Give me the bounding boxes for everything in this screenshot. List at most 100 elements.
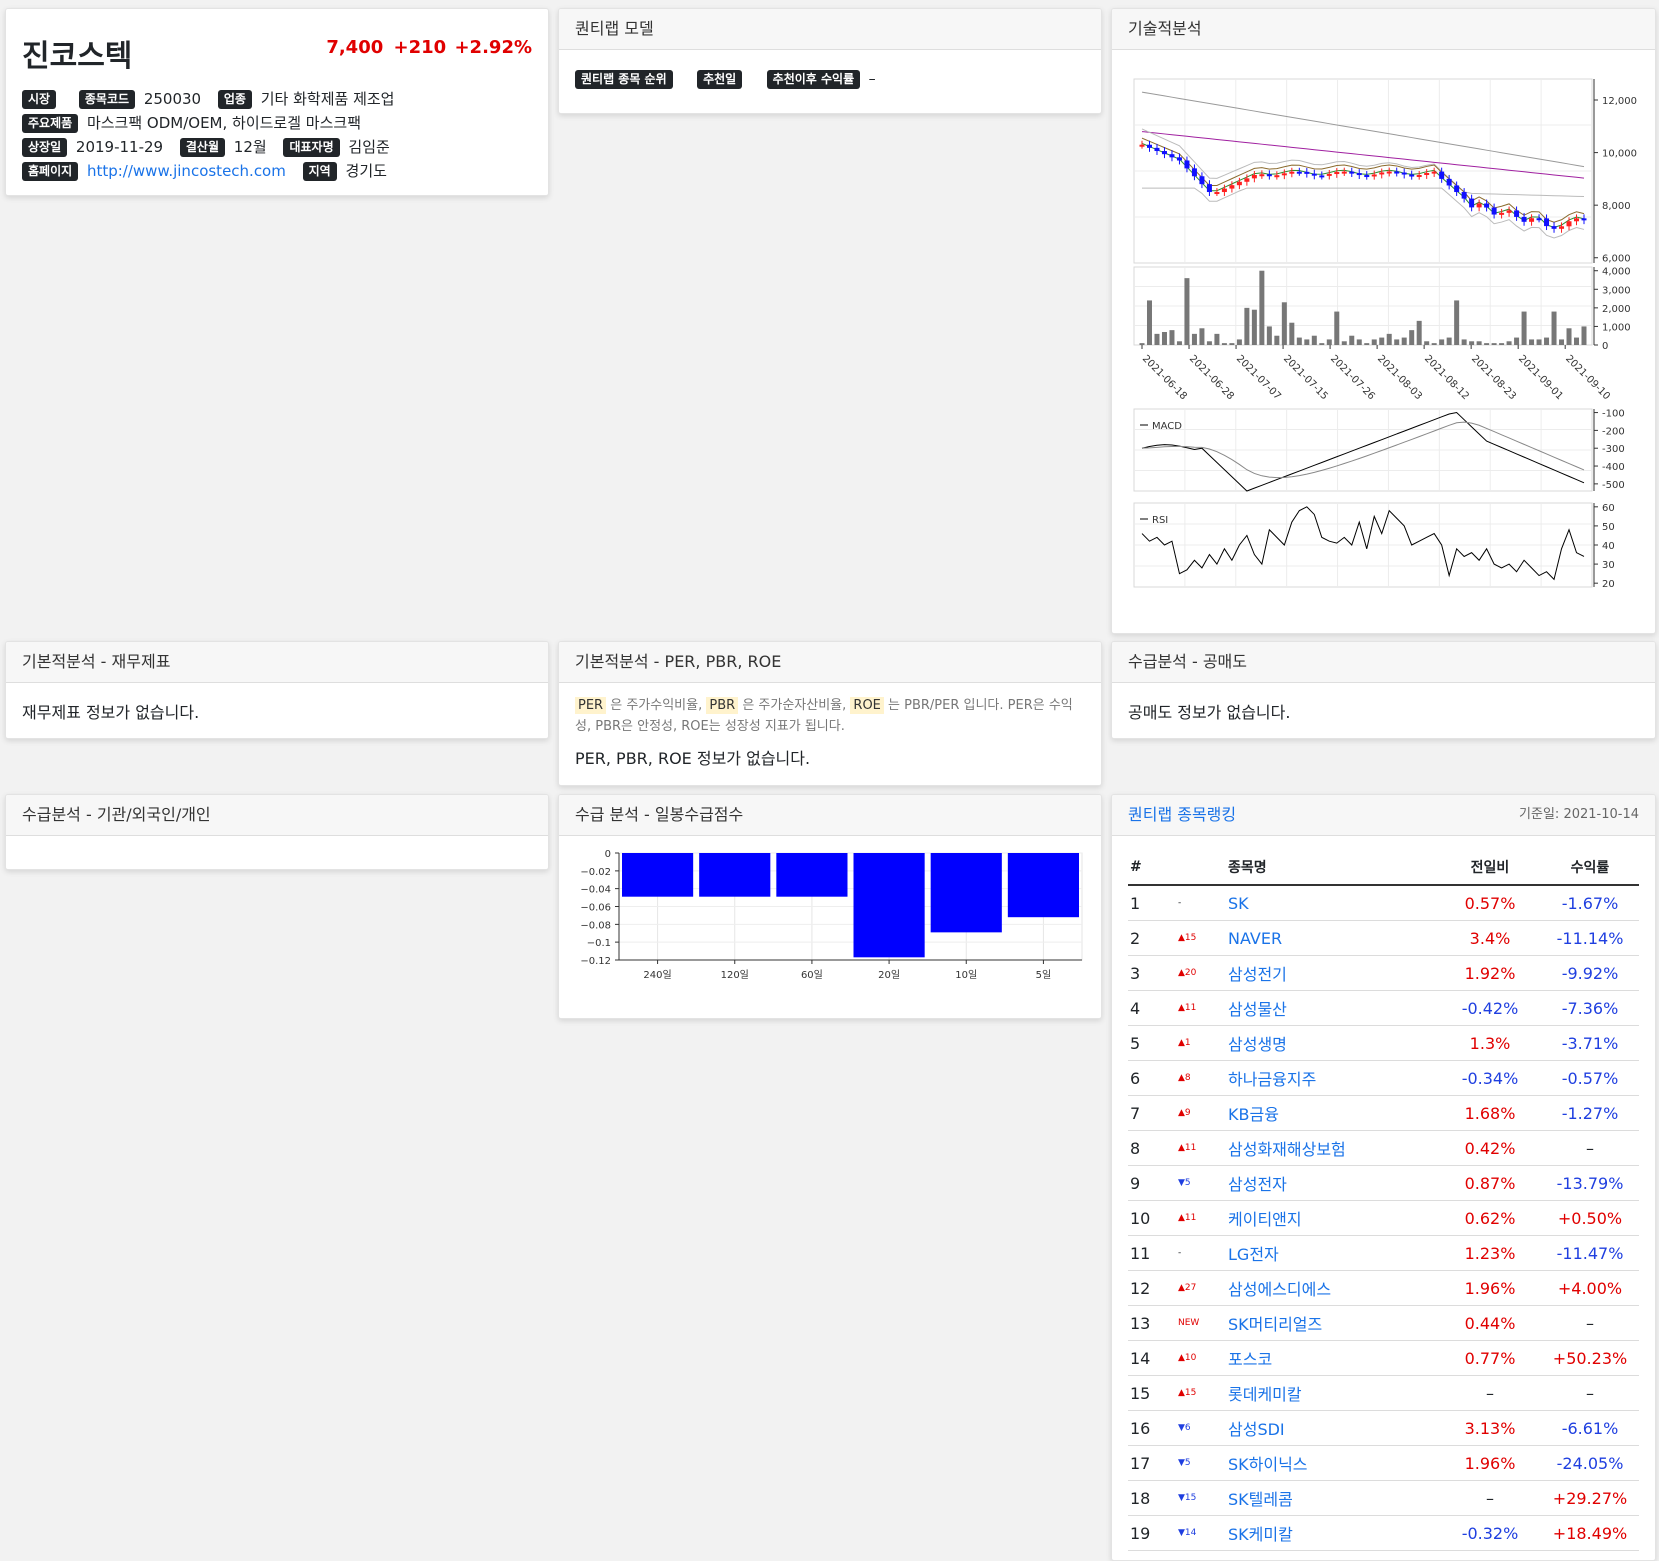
stock-link[interactable]: 삼성SDI (1228, 1420, 1285, 1439)
rank-change: ▼6 (1177, 1411, 1227, 1446)
stock-link[interactable]: 삼성화재해상보험 (1228, 1140, 1346, 1159)
candle-body (1424, 173, 1429, 175)
x-tick-label: 20일 (878, 969, 900, 981)
stock-link[interactable]: 삼성물산 (1228, 1000, 1287, 1019)
col-return: 수익률 (1541, 850, 1639, 885)
table-row[interactable]: 3▲20삼성전기1.92%-9.92% (1128, 956, 1639, 991)
candle-body (1574, 218, 1579, 221)
stock-link[interactable]: SK하이닉스 (1228, 1455, 1308, 1474)
table-row[interactable]: 17▼5SK하이닉스1.96%-24.05% (1128, 1446, 1639, 1481)
candle-body (1499, 213, 1504, 215)
rsi-axis-label: 60 (1602, 503, 1615, 514)
return-value: +18.49% (1541, 1516, 1639, 1551)
stock-link[interactable]: 삼성에스디에스 (1228, 1280, 1331, 1299)
rank-number: 1 (1128, 885, 1177, 921)
per-pbr-roe-card: 기본적분석 - PER, PBR, ROE PER 은 주가수익비율, PBR … (558, 641, 1102, 786)
investor-card: 수급분석 - 기관/외국인/개인 (5, 794, 549, 870)
per-highlight: PER (575, 697, 606, 714)
stock-link[interactable]: 포스코 (1228, 1350, 1272, 1369)
stock-link[interactable]: SK머티리얼즈 (1228, 1315, 1322, 1334)
volume-axis-label: 2,000 (1602, 304, 1631, 315)
stock-link[interactable]: NAVER (1228, 929, 1282, 948)
stock-link[interactable]: 삼성생명 (1228, 1035, 1287, 1054)
table-row[interactable]: 14▲10포스코0.77%+50.23% (1128, 1341, 1639, 1376)
table-row[interactable]: 16▼6삼성SDI3.13%-6.61% (1128, 1411, 1639, 1446)
table-row[interactable]: 2▲15NAVER3.4%-11.14% (1128, 921, 1639, 956)
return-value: -24.05% (1541, 1446, 1639, 1481)
rank-change: ▲20 (1177, 956, 1227, 991)
stock-name-cell: SK이노베이션 (1227, 1551, 1439, 1561)
stock-link[interactable]: LG전자 (1228, 1245, 1279, 1264)
table-row[interactable]: 13NEWSK머티리얼즈0.44%– (1128, 1306, 1639, 1341)
y-tick-label: −0.02 (580, 867, 611, 878)
table-row[interactable]: 18▼15SK텔레콤–+29.27% (1128, 1481, 1639, 1516)
table-row[interactable]: 6▲8하나금융지주-0.34%-0.57% (1128, 1061, 1639, 1096)
stock-link[interactable]: 롯데케미칼 (1228, 1385, 1302, 1404)
volume-bar (1364, 343, 1369, 345)
stock-link[interactable]: 삼성전기 (1228, 965, 1287, 984)
volume-bar (1192, 334, 1197, 345)
stock-link[interactable]: SK텔레콤 (1228, 1490, 1293, 1509)
table-row[interactable]: 12▲27삼성에스디에스1.96%+4.00% (1128, 1271, 1639, 1306)
stock-link[interactable]: 삼성전자 (1228, 1175, 1287, 1194)
technical-charts: 12,00010,0008,0006,0004,0003,0002,0001,0… (1112, 51, 1653, 633)
table-row[interactable]: 11-LG전자1.23%-11.47% (1128, 1236, 1639, 1271)
rank-number: 17 (1128, 1446, 1177, 1481)
stock-link[interactable]: SK (1228, 894, 1249, 913)
return-value: -7.36% (1541, 991, 1639, 1026)
candle-body (1282, 173, 1287, 175)
candle-body (1402, 173, 1407, 175)
volume-bar (1432, 343, 1437, 345)
stock-link[interactable]: KB금융 (1228, 1105, 1279, 1124)
table-row[interactable]: 20▼7SK이노베이션1.74%-0.75% (1128, 1551, 1639, 1561)
rsi-axis-label: 40 (1602, 541, 1615, 552)
date-label: 2021-06-18 (1140, 353, 1189, 402)
quantilab-model-card: 퀀티랩 모델 퀀티랩 종목 순위 추천일 추천이후 수익률 – (558, 8, 1102, 114)
table-row[interactable]: 9▼5삼성전자0.87%-13.79% (1128, 1166, 1639, 1201)
date-label: 2021-08-12 (1422, 353, 1471, 402)
table-row[interactable]: 8▲11삼성화재해상보험0.42%– (1128, 1131, 1639, 1166)
rank-number: 9 (1128, 1166, 1177, 1201)
stock-link[interactable]: SK케미칼 (1228, 1525, 1293, 1544)
table-row[interactable]: 4▲11삼성물산-0.42%-7.36% (1128, 991, 1639, 1026)
region-value: 경기도 (346, 162, 387, 180)
volume-bar (1252, 310, 1257, 345)
homepage-link[interactable]: http://www.jincostech.com (87, 162, 286, 180)
ranking-title-link[interactable]: 퀀티랩 종목랭킹 (1128, 805, 1236, 824)
x-tick-label: 240일 (643, 969, 671, 981)
candle-body (1147, 145, 1152, 148)
stock-name-cell: SK (1227, 885, 1439, 921)
table-row[interactable]: 10▲11케이티앤지0.62%+0.50% (1128, 1201, 1639, 1236)
financials-empty: 재무제표 정보가 없습니다. (6, 683, 548, 739)
code-badge: 종목코드 (79, 90, 135, 109)
stock-name-cell: KB금융 (1227, 1096, 1439, 1131)
score-bar (931, 853, 1002, 932)
stock-change: +210 (394, 37, 447, 58)
candle-body (1162, 151, 1167, 154)
rank-change: ▼7 (1177, 1551, 1227, 1561)
candle-body (1492, 208, 1497, 215)
table-row[interactable]: 5▲1삼성생명1.3%-3.71% (1128, 1026, 1639, 1061)
table-row[interactable]: 15▲15롯데케미칼–– (1128, 1376, 1639, 1411)
table-row[interactable]: 19▼14SK케미칼-0.32%+18.49% (1128, 1516, 1639, 1551)
listing-badge: 상장일 (22, 138, 67, 157)
rank-number: 16 (1128, 1411, 1177, 1446)
date-label: 2021-09-01 (1516, 353, 1565, 402)
stock-price: 7,400 (326, 37, 383, 58)
stock-link[interactable]: 케이티앤지 (1228, 1210, 1302, 1229)
y-tick-label: −0.08 (580, 920, 611, 931)
stock-link[interactable]: 하나금융지주 (1228, 1070, 1316, 1089)
volume-bar (1514, 338, 1519, 345)
x-tick-label: 60일 (801, 969, 823, 981)
table-row[interactable]: 7▲9KB금융1.68%-1.27% (1128, 1096, 1639, 1131)
stock-name-cell: SK머티리얼즈 (1227, 1306, 1439, 1341)
candle-body (1544, 218, 1549, 226)
per-pbr-roe-header: 기본적분석 - PER, PBR, ROE (559, 642, 1101, 683)
volume-bar (1507, 341, 1512, 345)
code-value: 250030 (144, 90, 201, 108)
return-value: – (1541, 1376, 1639, 1411)
rank-change: ▲8 (1177, 1061, 1227, 1096)
candle-body (1229, 185, 1234, 188)
candle-body (1387, 172, 1392, 174)
table-row[interactable]: 1-SK0.57%-1.67% (1128, 885, 1639, 921)
